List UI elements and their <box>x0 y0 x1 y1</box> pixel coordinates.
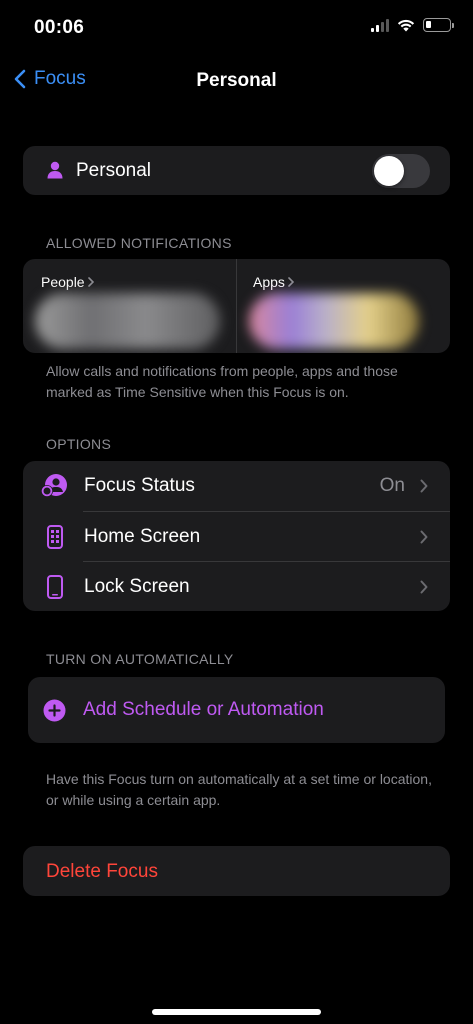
cellular-signal-icon <box>371 18 389 32</box>
chevron-right-icon <box>87 277 94 287</box>
automation-footnote: Have this Focus turn on automatically at… <box>46 771 432 808</box>
app-icons <box>249 293 419 349</box>
delete-focus-button[interactable]: Delete Focus <box>23 846 450 896</box>
status-bar: 00:06 <box>0 0 473 56</box>
option-home-screen[interactable]: Home Screen <box>23 512 450 561</box>
people-label: People <box>41 274 85 290</box>
toggle-knob <box>374 156 404 186</box>
people-avatars <box>35 293 220 349</box>
lock-screen-icon <box>47 575 63 599</box>
option-label: Home Screen <box>84 525 201 547</box>
navigation-bar: Focus Personal <box>0 60 473 102</box>
wifi-icon <box>397 19 415 32</box>
allowed-notifications-header: ALLOWED NOTIFICATIONS <box>46 235 232 251</box>
battery-icon <box>423 18 454 32</box>
options-card: Focus Status On Home Screen Lock Screen <box>23 461 450 611</box>
allowed-notifications-card: People Apps <box>23 259 450 353</box>
option-lock-screen[interactable]: Lock Screen <box>23 562 450 611</box>
option-value: On <box>379 475 405 496</box>
option-label: Focus Status <box>84 475 195 496</box>
plus-circle-icon <box>43 699 66 722</box>
people-tile[interactable]: People <box>23 259 236 353</box>
focus-status-icon <box>41 474 67 497</box>
chevron-right-icon <box>420 479 428 493</box>
automation-header: TURN ON AUTOMATICALLY <box>46 651 234 667</box>
person-icon <box>47 161 63 179</box>
option-focus-status[interactable]: Focus Status On <box>23 461 450 511</box>
add-automation-button[interactable]: Add Schedule or Automation <box>28 677 445 743</box>
page-title: Personal <box>196 70 277 91</box>
home-indicator <box>152 1009 321 1015</box>
delete-focus-label: Delete Focus <box>46 861 158 882</box>
option-label: Lock Screen <box>84 575 190 597</box>
chevron-right-icon <box>420 580 428 593</box>
home-screen-icon <box>47 525 63 549</box>
focus-card: Personal <box>23 146 450 195</box>
status-icons <box>371 18 454 32</box>
focus-toggle[interactable] <box>372 154 430 188</box>
status-time: 00:06 <box>34 17 85 38</box>
add-automation-label: Add Schedule or Automation <box>83 699 324 720</box>
focus-name-label: Personal <box>76 160 151 181</box>
chevron-right-icon <box>420 530 428 543</box>
chevron-right-icon <box>288 277 294 287</box>
apps-tile[interactable]: Apps <box>237 259 450 353</box>
apps-label: Apps <box>253 274 285 290</box>
options-header: OPTIONS <box>46 436 112 452</box>
allowed-notifications-footnote: Allow calls and notifications from peopl… <box>46 363 398 400</box>
